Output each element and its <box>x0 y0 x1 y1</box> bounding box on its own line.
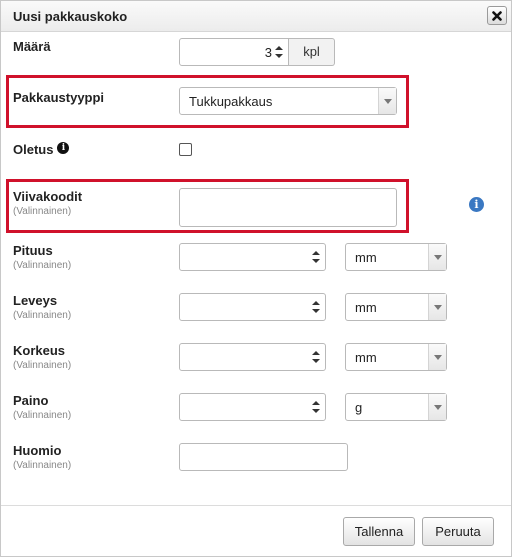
default-label-text: Oletus <box>13 142 54 157</box>
quantity-unit: kpl <box>289 38 335 66</box>
width-sublabel: (Valinnainen) <box>13 310 72 321</box>
width-label: Leveys <box>13 293 58 308</box>
width-spin-arrows[interactable] <box>312 301 321 313</box>
close-icon <box>492 10 502 21</box>
default-label: Oletus i <box>13 142 70 157</box>
save-button[interactable]: Tallenna <box>343 517 415 546</box>
height-input[interactable] <box>179 343 326 371</box>
length-label: Pituus <box>13 243 53 258</box>
length-sublabel: (Valinnainen) <box>13 260 72 271</box>
height-unit-value: mm <box>355 350 377 365</box>
width-unit-select[interactable]: mm <box>345 293 447 321</box>
spin-up-icon[interactable] <box>275 46 283 50</box>
weight-sublabel: (Valinnainen) <box>13 410 72 421</box>
weight-unit-value: g <box>355 400 363 415</box>
quantity-spin-arrows[interactable] <box>275 46 284 58</box>
quantity-value: 3 <box>264 45 272 60</box>
chevron-down-icon <box>434 255 442 260</box>
length-unit-select[interactable]: mm <box>345 243 447 271</box>
weight-unit-select[interactable]: g <box>345 393 447 421</box>
barcodes-input[interactable] <box>179 188 397 227</box>
chevron-down-icon <box>434 305 442 310</box>
cancel-button[interactable]: Peruuta <box>422 517 494 546</box>
length-input[interactable] <box>179 243 326 271</box>
length-spin-arrows[interactable] <box>312 251 321 263</box>
info-icon[interactable]: i <box>469 197 484 212</box>
height-label: Korkeus <box>13 343 66 358</box>
height-spin-arrows[interactable] <box>312 351 321 363</box>
default-checkbox[interactable] <box>179 143 192 156</box>
height-sublabel: (Valinnainen) <box>13 360 72 371</box>
height-unit-select[interactable]: mm <box>345 343 447 371</box>
spin-down-icon[interactable] <box>275 54 283 58</box>
weight-label: Paino <box>13 393 49 408</box>
note-label: Huomio <box>13 443 62 458</box>
package-type-select[interactable]: Tukkupakkaus <box>179 87 397 115</box>
weight-input[interactable] <box>179 393 326 421</box>
package-type-label: Pakkaustyyppi <box>13 90 105 105</box>
barcodes-sublabel: (Valinnainen) <box>13 206 72 217</box>
note-sublabel: (Valinnainen) <box>13 460 72 471</box>
width-input[interactable] <box>179 293 326 321</box>
dialog-titlebar: Uusi pakkauskoko <box>1 1 511 32</box>
width-unit-value: mm <box>355 300 377 315</box>
info-icon[interactable]: i <box>57 142 70 154</box>
quantity-label: Määrä <box>13 39 51 54</box>
barcodes-label: Viivakoodit <box>13 189 83 204</box>
chevron-down-icon <box>434 405 442 410</box>
note-input[interactable] <box>179 443 348 471</box>
dialog-footer: Tallenna Peruuta <box>1 505 511 556</box>
quantity-stepper[interactable]: 3 <box>179 38 289 66</box>
dialog-title: Uusi pakkauskoko <box>13 9 128 24</box>
chevron-down-icon <box>434 355 442 360</box>
package-type-value: Tukkupakkaus <box>189 94 273 109</box>
weight-spin-arrows[interactable] <box>312 401 321 413</box>
length-unit-value: mm <box>355 250 377 265</box>
chevron-down-icon <box>384 99 392 104</box>
close-button[interactable] <box>487 6 507 25</box>
new-package-size-dialog: Uusi pakkauskoko Määrä 3 kpl Pakkaustyyp… <box>0 0 512 557</box>
